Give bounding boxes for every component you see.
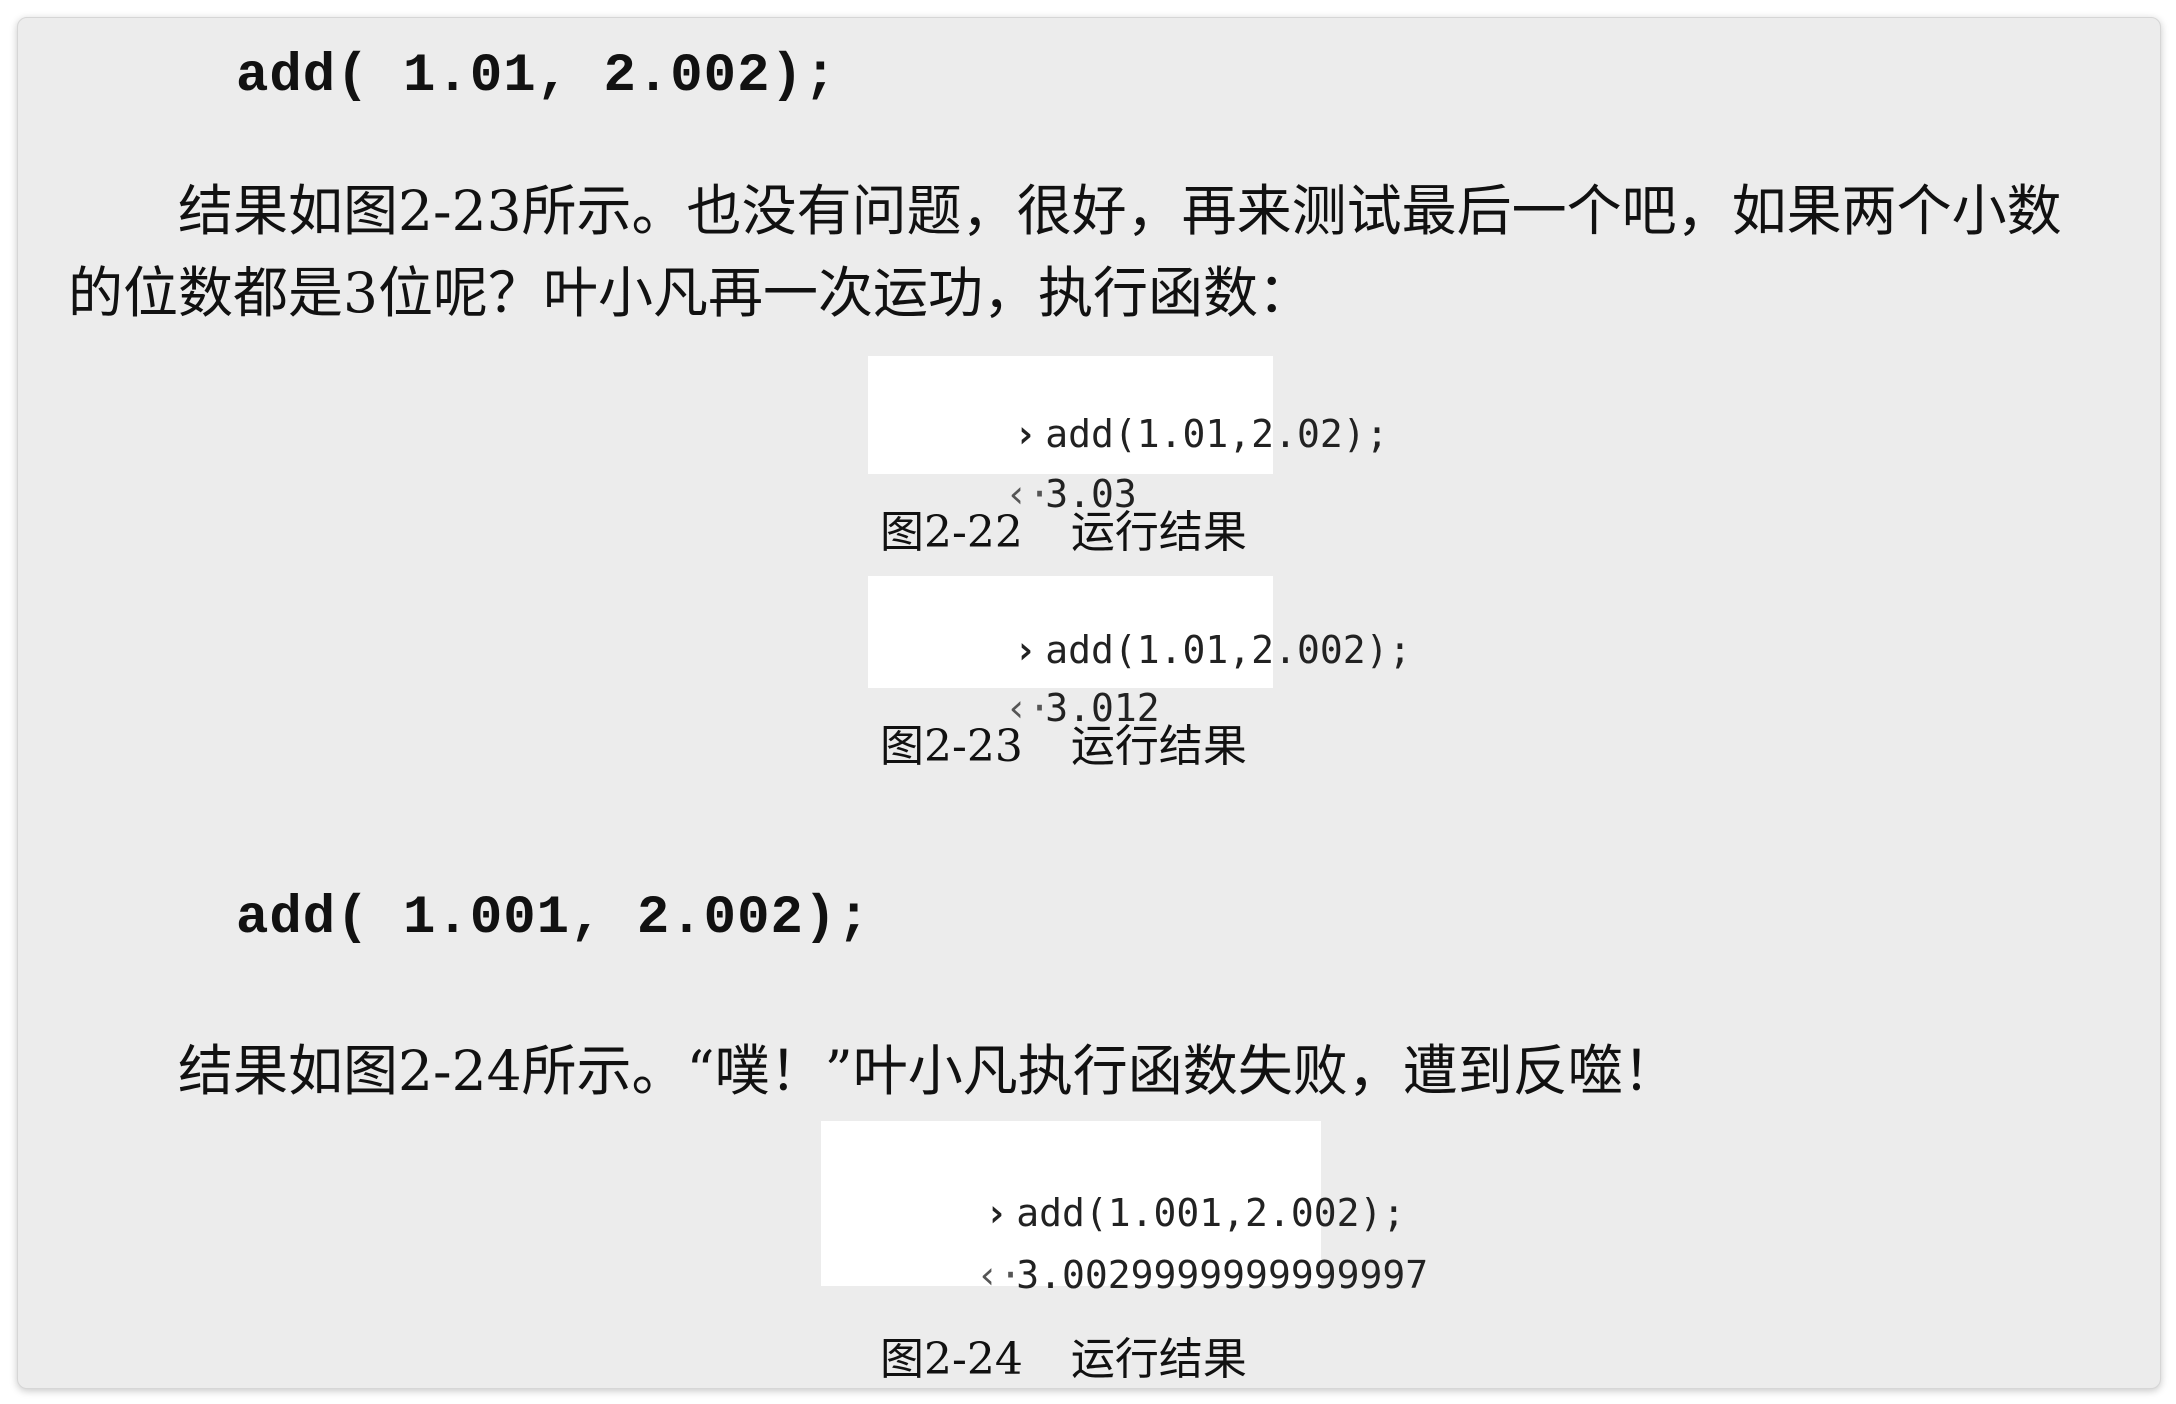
console-output-row: ‹·3.0029999999999997 [839, 1209, 1428, 1341]
console-output: 3.0029999999999997 [1016, 1253, 1429, 1297]
caption-text: 运行结果 [1070, 507, 1247, 558]
caption-label: 图2-22 [880, 507, 1023, 558]
paragraph-1-line-2: 的位数都是3位呢？叶小凡再一次运功，执行函数： [68, 261, 1313, 325]
figure-caption-2-24: 图2-24 运行结果 [880, 1323, 1247, 1387]
document-page: add( 1.01, 2.002); 结果如图2-23所示。也没有问题，很好，再… [17, 17, 2161, 1389]
figure-caption-2-23: 图2-23 运行结果 [880, 710, 1247, 774]
caption-label: 图2-23 [880, 721, 1023, 772]
figure-caption-2-22: 图2-22 运行结果 [880, 496, 1247, 560]
caption-text: 运行结果 [1070, 1334, 1247, 1385]
code-line-2: add( 1.001, 2.002); [236, 888, 871, 949]
paragraph-1-line-1: 结果如图2-23所示。也没有问题，很好，再来测试最后一个吧，如果两个小数 [178, 179, 2062, 243]
caption-label: 图2-24 [880, 1334, 1023, 1385]
caption-text: 运行结果 [1070, 721, 1247, 772]
paragraph-2: 结果如图2-24所示。“噗！”叶小凡执行函数失败，遭到反噬！ [178, 1039, 1678, 1103]
code-line-1: add( 1.01, 2.002); [236, 46, 838, 107]
console-screenshot-2-23: › add(1.01,2.002); ‹·3.012 [868, 576, 1411, 730]
console-screenshot-2-24: › add(1.001,2.002); ‹·3.0029999999999997 [821, 1121, 1428, 1297]
console-screenshot-2-22: › add(1.01,2.02); ‹·3.03 [868, 356, 1388, 516]
output-prompt-icon: ‹· [976, 1253, 1023, 1297]
